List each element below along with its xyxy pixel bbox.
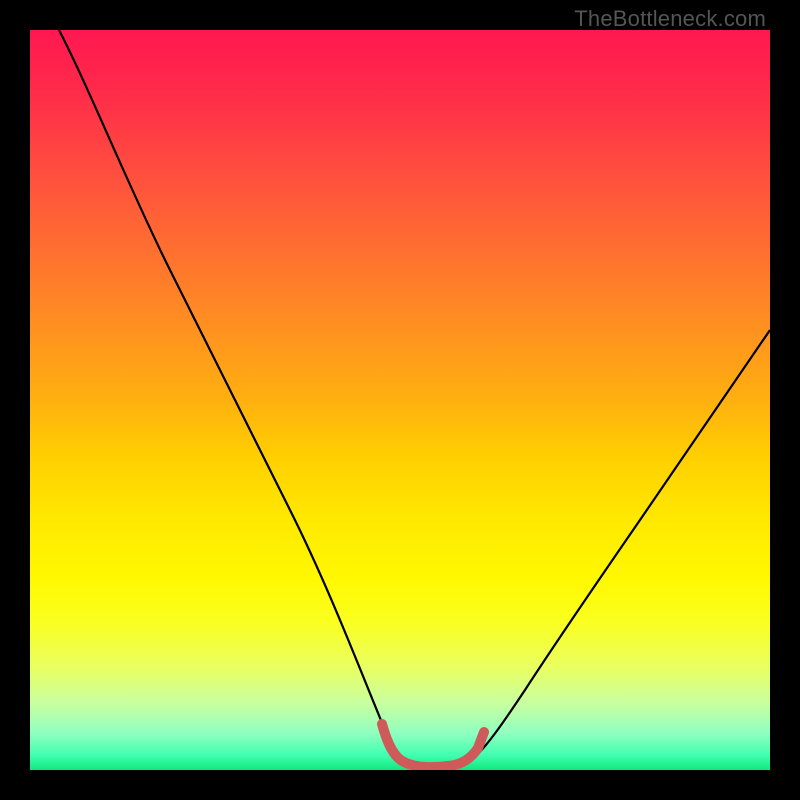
watermark-text: TheBottleneck.com bbox=[574, 6, 766, 32]
plateau-highlight bbox=[382, 724, 484, 767]
bottleneck-curve bbox=[59, 30, 770, 766]
plot-area bbox=[30, 30, 770, 770]
chart-svg bbox=[30, 30, 770, 770]
